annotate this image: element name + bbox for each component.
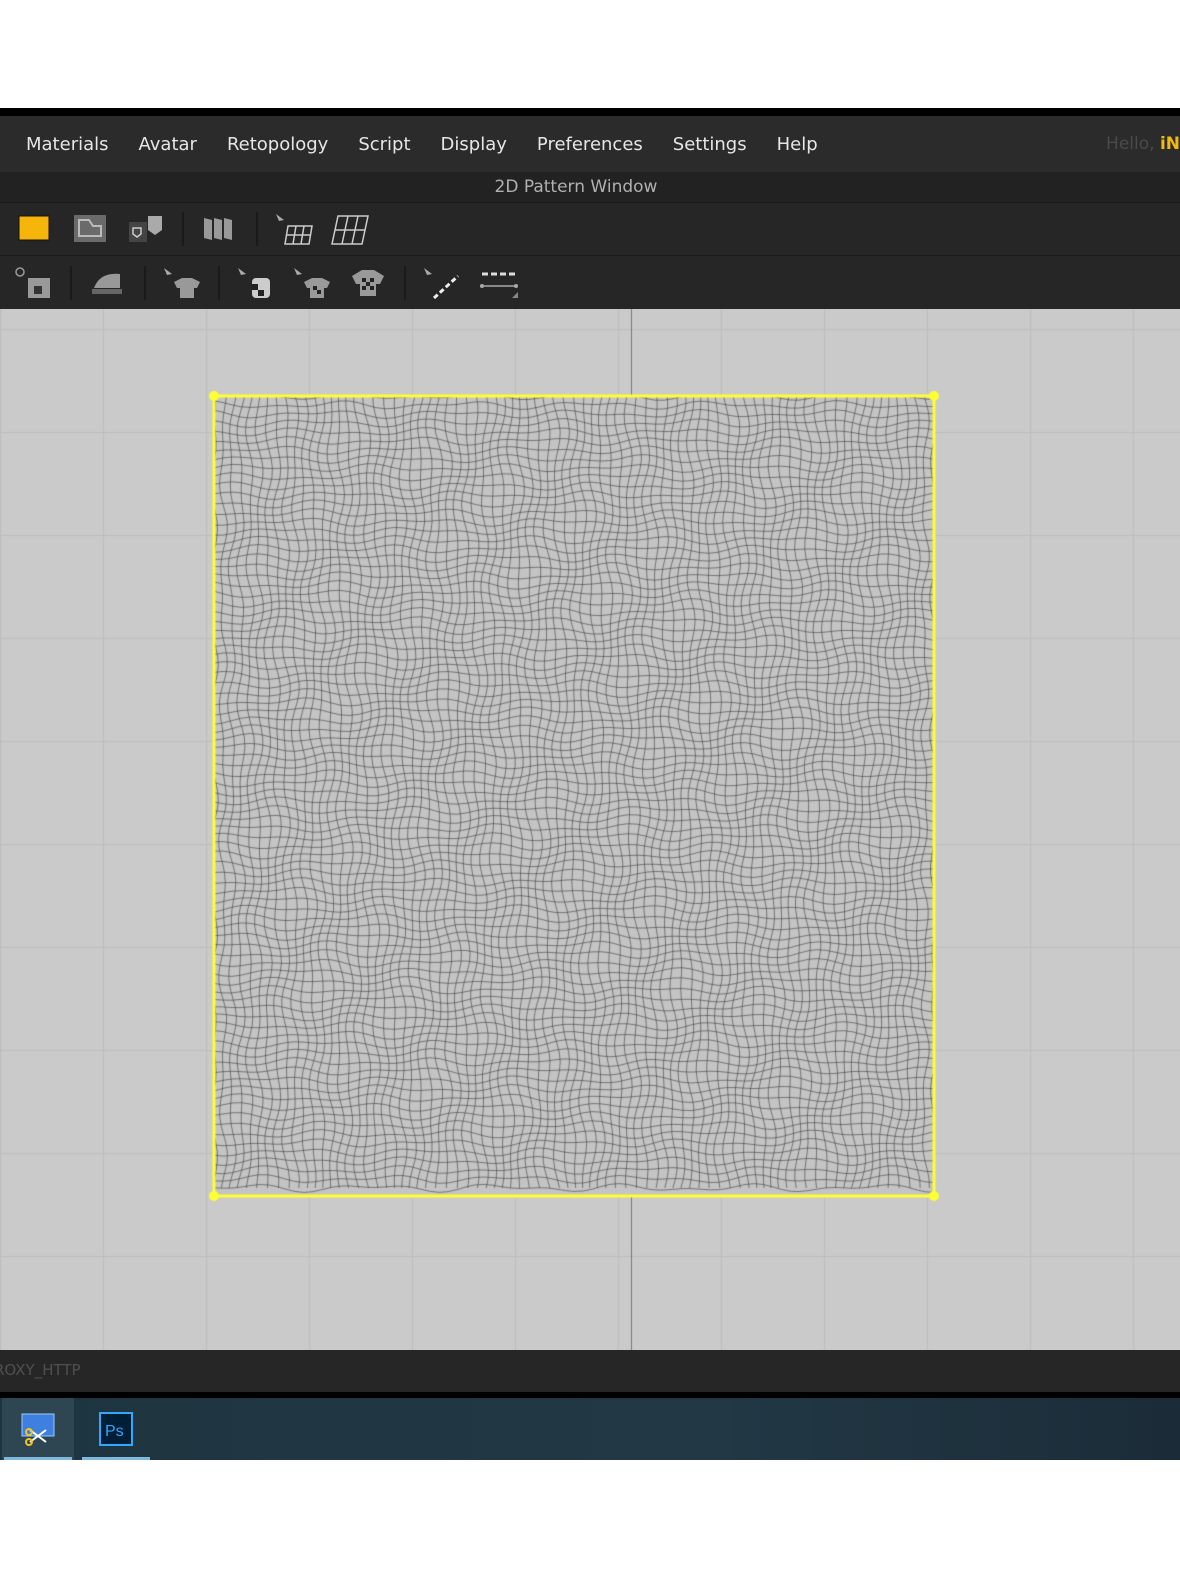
iron-icon bbox=[92, 273, 122, 294]
separator bbox=[218, 265, 220, 300]
fold-shape-icon bbox=[129, 216, 162, 242]
menu-help[interactable]: Help bbox=[765, 134, 830, 155]
edit-mesh-button[interactable] bbox=[330, 209, 370, 249]
separator bbox=[70, 265, 72, 300]
folding-icon bbox=[204, 218, 232, 240]
photoshop-icon: Ps bbox=[99, 1412, 133, 1446]
select-texture-garment-icon bbox=[294, 267, 330, 298]
pattern-canvas[interactable] bbox=[0, 309, 1180, 1350]
texture-button[interactable] bbox=[236, 263, 276, 303]
edit-mesh-icon bbox=[331, 215, 369, 245]
texture-garment-button[interactable] bbox=[348, 263, 388, 303]
menu-display[interactable]: Display bbox=[429, 134, 519, 155]
svg-text:Ps: Ps bbox=[105, 1423, 124, 1440]
select-mesh-button[interactable] bbox=[274, 209, 314, 249]
sewing-machine-icon bbox=[15, 266, 50, 298]
toolbar-top bbox=[0, 202, 1180, 255]
fold-shape-button[interactable] bbox=[126, 209, 166, 249]
pattern-mesh[interactable] bbox=[0, 309, 1180, 1350]
folding-button[interactable] bbox=[200, 209, 240, 249]
pattern-outline-button[interactable] bbox=[70, 209, 110, 249]
menu-avatar[interactable]: Avatar bbox=[127, 134, 209, 155]
menu-bar: Materials Avatar Retopology Script Displ… bbox=[0, 116, 1180, 172]
line-icon bbox=[424, 267, 460, 299]
snipping-tool-icon bbox=[21, 1413, 55, 1446]
user-greeting[interactable]: Hello, iN bbox=[1106, 134, 1180, 154]
app-window: Materials Avatar Retopology Script Displ… bbox=[0, 108, 1180, 1398]
separator bbox=[256, 212, 258, 246]
fabric-color-button[interactable] bbox=[14, 209, 54, 249]
menu-retopology[interactable]: Retopology bbox=[215, 134, 340, 155]
toolbar-bottom bbox=[0, 255, 1180, 309]
sewing-button[interactable] bbox=[14, 263, 54, 303]
taskbar-snipping-tool[interactable] bbox=[2, 1398, 74, 1460]
line-button[interactable] bbox=[422, 263, 462, 303]
iron-button[interactable] bbox=[88, 263, 128, 303]
window-title: 2D Pattern Window bbox=[0, 172, 1180, 202]
measure-button[interactable] bbox=[478, 263, 518, 303]
separator bbox=[144, 265, 146, 300]
taskbar: Ps bbox=[0, 1398, 1180, 1460]
pattern-outline-icon bbox=[74, 215, 106, 242]
menu-script[interactable]: Script bbox=[346, 134, 422, 155]
menu-settings[interactable]: Settings bbox=[661, 134, 759, 155]
menu-materials[interactable]: Materials bbox=[14, 134, 121, 155]
measure-icon bbox=[480, 272, 518, 298]
texture-garment-icon bbox=[352, 269, 384, 296]
status-bar: ROXY_HTTP bbox=[0, 1350, 1180, 1392]
status-text: ROXY_HTTP bbox=[0, 1361, 81, 1379]
select-garment-button[interactable] bbox=[162, 263, 202, 303]
select-mesh-icon bbox=[276, 214, 313, 245]
texture-icon bbox=[238, 267, 270, 298]
taskbar-photoshop[interactable]: Ps bbox=[80, 1398, 152, 1460]
separator bbox=[404, 265, 406, 300]
select-garment-icon bbox=[164, 267, 200, 298]
fabric-color-icon bbox=[18, 215, 50, 241]
separator bbox=[182, 212, 184, 246]
select-texture-garment-button[interactable] bbox=[292, 263, 332, 303]
menu-preferences[interactable]: Preferences bbox=[525, 134, 655, 155]
